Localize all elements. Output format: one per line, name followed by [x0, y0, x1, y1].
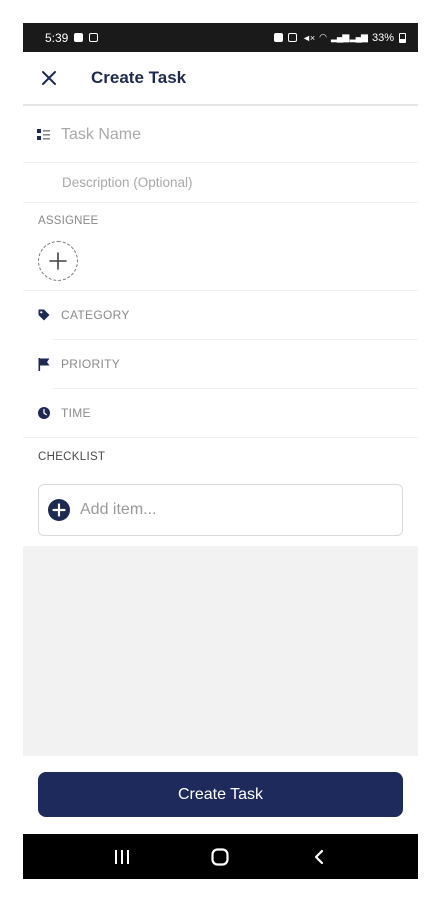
status-right: ◄× ◠ ▂▄▆ ▂▄▆ 33%	[273, 31, 406, 44]
alarm-icon	[287, 33, 297, 42]
back-icon	[314, 849, 323, 864]
navigation-bar	[23, 834, 418, 879]
time-label: TIME	[61, 406, 91, 420]
create-task-button[interactable]: Create Task	[38, 772, 403, 817]
assignee-label: ASSIGNEE	[38, 215, 99, 227]
description-input[interactable]	[62, 175, 382, 190]
storage-notification-icon	[89, 33, 99, 42]
status-left: 5:39	[45, 30, 99, 45]
signal-icon: ▂▄▆ ▂▄▆	[331, 32, 368, 42]
checklist-label: CHECKLIST	[38, 451, 106, 463]
plus-icon	[49, 252, 67, 270]
priority-label: PRIORITY	[61, 357, 121, 371]
plus-circle-icon[interactable]	[48, 499, 70, 521]
header: Create Task	[23, 52, 418, 106]
back-button[interactable]	[299, 837, 339, 877]
wifi-icon: ◠	[319, 32, 327, 42]
checklist-empty-area	[23, 546, 418, 756]
home-button[interactable]	[200, 837, 240, 877]
phone-screen: 5:39 ◄× ◠ ▂▄▆ ▂▄▆ 33% Create Task Task N…	[23, 23, 418, 879]
flag-icon	[38, 357, 50, 371]
task-name-row	[23, 108, 418, 163]
add-item-input[interactable]	[80, 501, 380, 519]
battery-icon	[399, 32, 406, 43]
description-row	[23, 163, 418, 203]
home-icon	[211, 847, 230, 866]
mute-icon: ◄×	[301, 32, 315, 43]
list-icon	[37, 129, 50, 140]
recent-apps-button[interactable]	[102, 837, 142, 877]
recent-apps-icon	[115, 849, 130, 864]
divider	[23, 437, 418, 438]
category-label: CATEGORY	[61, 308, 130, 322]
battery-percent: 33%	[371, 31, 394, 44]
time-selector[interactable]: TIME	[38, 389, 418, 437]
status-time: 5:39	[45, 30, 69, 45]
category-selector[interactable]: CATEGORY	[38, 291, 418, 339]
sim-icon	[273, 33, 283, 42]
status-bar: 5:39 ◄× ◠ ▂▄▆ ▂▄▆ 33%	[23, 23, 418, 52]
gallery-notification-icon	[74, 33, 84, 42]
add-assignee-button[interactable]	[38, 241, 78, 281]
priority-selector[interactable]: PRIORITY	[38, 340, 418, 388]
close-button[interactable]	[29, 58, 69, 98]
clock-icon	[38, 407, 50, 419]
add-checklist-item[interactable]	[38, 484, 403, 536]
task-name-input[interactable]	[61, 126, 361, 144]
page-title: Create Task	[91, 68, 187, 87]
tag-icon	[38, 309, 50, 321]
close-icon	[42, 71, 56, 85]
